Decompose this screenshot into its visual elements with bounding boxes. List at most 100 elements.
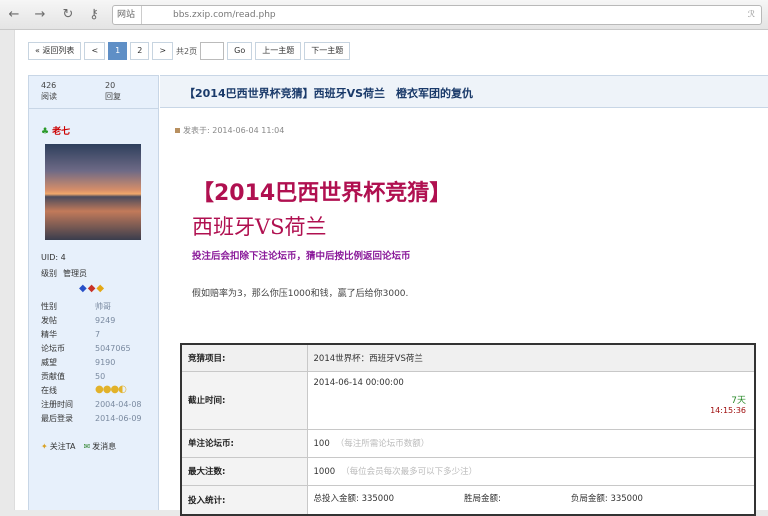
profile-key: 贡献值 [41, 372, 65, 381]
follow-label[interactable]: 关注TA [50, 442, 76, 451]
refresh-icon[interactable]: ↻ [60, 7, 76, 23]
rss-icon[interactable]: ℛ [748, 6, 755, 24]
page-number-input[interactable] [200, 42, 225, 60]
unit-cell: 100 （每注所需论坛币数额） [306, 428, 756, 458]
table-row: 最大注数: 1000 （每位会员每次最多可以下多少注） [180, 456, 756, 486]
message-button[interactable]: ✉ 发消息 [83, 441, 116, 452]
browser-toolbar: ← → ↻ ⚷ 网站 bbs.zxip.com/read.php ℛ [0, 0, 768, 30]
thread-title-bar: 【2014巴西世界杯竞猜】西班牙VS荷兰 橙衣军团的复仇 [160, 75, 768, 108]
profile-value: 9249 [95, 316, 116, 325]
profile-key: 性别 [41, 302, 57, 311]
profile-value: 帅哥 [95, 302, 111, 311]
total-pages-label: 共2页 [176, 46, 198, 56]
profile-key: 发帖 [41, 316, 57, 325]
posted-at-text: 发表于: 2014-06-04 11:04 [183, 126, 285, 135]
profile-key: 在线 [41, 386, 57, 395]
unit-hint: （每注所需论坛币数额） [335, 439, 430, 449]
profile-key: 威望 [41, 358, 57, 367]
item-value: 2014世界杯：西班牙VS荷兰 [306, 343, 756, 372]
author-actions: ✦ 关注TA ✉ 发消息 [41, 441, 116, 452]
message-icon: ✉ [83, 442, 91, 451]
unit-value: 100 [313, 439, 330, 449]
profile-value: 7 [95, 330, 101, 339]
table-row: 竞猜项目: 2014世界杯：西班牙VS荷兰 [180, 343, 756, 372]
profile-last-login: 最后登录 2014-06-09 [41, 414, 156, 424]
back-arrow-icon[interactable]: ← [6, 7, 22, 23]
back-to-list-button[interactable]: « 返回列表 [28, 42, 82, 60]
stat-label: 投入统计: [180, 484, 308, 516]
profile-value: 2004-04-08 [95, 400, 142, 409]
views-label: 阅读 [41, 92, 57, 101]
stat-win: 胜局金额: [464, 493, 501, 504]
author-sidebar: 426 阅读 20 回复 ♣ 老七 UID: 4 级别 管理员 ◆◆◆ 性别 帅哥 发… [28, 75, 159, 510]
views-count: 426 [41, 81, 57, 90]
blue-gem-icon: ◆ [79, 283, 88, 294]
deadline-label: 截止时间: [180, 370, 308, 430]
post-timestamp: 发表于: 2014-06-04 11:04 [175, 125, 284, 136]
group-label: 级别 [41, 269, 57, 278]
replies-label: 回复 [105, 92, 121, 101]
profile-key: 精华 [41, 330, 57, 339]
stat-total: 总投入金额: 335000 [313, 493, 395, 504]
profile-register-date: 注册时间 2004-04-08 [41, 400, 156, 410]
forward-arrow-icon[interactable]: → [32, 7, 48, 23]
online-status-icon: ♣ [41, 127, 50, 137]
follow-button[interactable]: ✦ 关注TA [41, 441, 75, 452]
post-matchup: 西班牙VS荷兰 [192, 215, 327, 239]
profile-gender: 性别 帅哥 [41, 302, 156, 312]
profile-value: 5047065 [95, 344, 131, 353]
author-name-text[interactable]: 老七 [52, 127, 70, 137]
url-text[interactable]: bbs.zxip.com/read.php [173, 6, 276, 24]
countdown: 7天 14:15:36 [710, 396, 746, 416]
item-label: 竞猜项目: [180, 343, 308, 372]
stat-cell: 总投入金额: 335000 胜局金额: 负局金额: 335000 [306, 484, 756, 516]
post-headline: 【2014巴西世界杯竞猜】 [192, 181, 452, 206]
post-marker-icon [175, 128, 180, 133]
max-hint: （每位会员每次最多可以下多少注） [341, 467, 478, 477]
lightbulb-icon: ✦ [41, 442, 48, 451]
profile-key: 注册时间 [41, 400, 73, 409]
profile-coins: 论坛币 5047065 [41, 344, 156, 354]
key-icon[interactable]: ⚷ [86, 7, 102, 23]
uid-label: UID: 4 [41, 253, 66, 262]
max-value: 1000 [313, 467, 336, 477]
site-info-label[interactable]: 网站 [117, 6, 143, 24]
prev-page-button[interactable]: < [84, 42, 106, 60]
user-group: 级别 管理员 [41, 268, 87, 279]
thread-title: 【2014巴西世界杯竞猜】西班牙VS荷兰 橙衣军团的复仇 [184, 87, 474, 100]
table-row: 截止时间: 2014-06-14 00:00:00 7天 14:15:36 [180, 370, 756, 430]
max-cell: 1000 （每位会员每次最多可以下多少注） [306, 456, 756, 486]
profile-value: 9190 [95, 358, 116, 367]
profile-posts: 发帖 9249 [41, 316, 156, 326]
deadline-cell: 2014-06-14 00:00:00 7天 14:15:36 [306, 370, 756, 430]
countdown-days: 7天 [731, 395, 746, 406]
profile-key: 论坛币 [41, 344, 65, 353]
stat-lose: 负局金额: 335000 [570, 493, 643, 504]
page-2-button[interactable]: 2 [130, 42, 150, 60]
online-level-icon: ●●●◐ [95, 384, 127, 395]
address-bar[interactable]: 网站 bbs.zxip.com/read.php ℛ [112, 5, 762, 25]
previous-topic-button[interactable]: 上一主题 [255, 42, 302, 60]
gold-gem-icon: ◆ [96, 283, 106, 294]
next-topic-button[interactable]: 下一主题 [304, 42, 351, 60]
author-name[interactable]: ♣ 老七 [41, 124, 70, 137]
table-row: 投入统计: 总投入金额: 335000 胜局金额: 负局金额: 335000 [180, 484, 756, 516]
message-label[interactable]: 发消息 [92, 442, 116, 451]
profile-contribution: 贡献值 50 [41, 372, 156, 382]
countdown-time: 14:15:36 [710, 405, 746, 415]
table-row: 单注论坛币: 100 （每注所需论坛币数额） [180, 428, 756, 458]
avatar[interactable] [45, 144, 141, 240]
rank-gems: ◆◆◆ [79, 283, 105, 294]
go-button[interactable]: Go [227, 42, 253, 60]
views-stat: 426 阅读 [41, 80, 57, 102]
post-rules: 投注后会扣除下注论坛币，猜中后按比例返回论坛币 [192, 251, 411, 262]
next-page-button[interactable]: > [152, 42, 174, 60]
profile-value: 50 [95, 372, 106, 381]
page-1-button[interactable]: 1 [108, 42, 128, 60]
max-label: 最大注数: [180, 456, 308, 486]
profile-prestige: 威望 9190 [41, 358, 156, 368]
post-example: 假如赔率为3，那么你压1000和钱，赢了后给你3000. [192, 289, 409, 299]
bet-table: 竞猜项目: 2014世界杯：西班牙VS荷兰 截止时间: 2014-06-14 0… [180, 343, 756, 516]
profile-key: 最后登录 [41, 414, 73, 423]
deadline-value: 2014-06-14 00:00:00 [313, 377, 404, 388]
